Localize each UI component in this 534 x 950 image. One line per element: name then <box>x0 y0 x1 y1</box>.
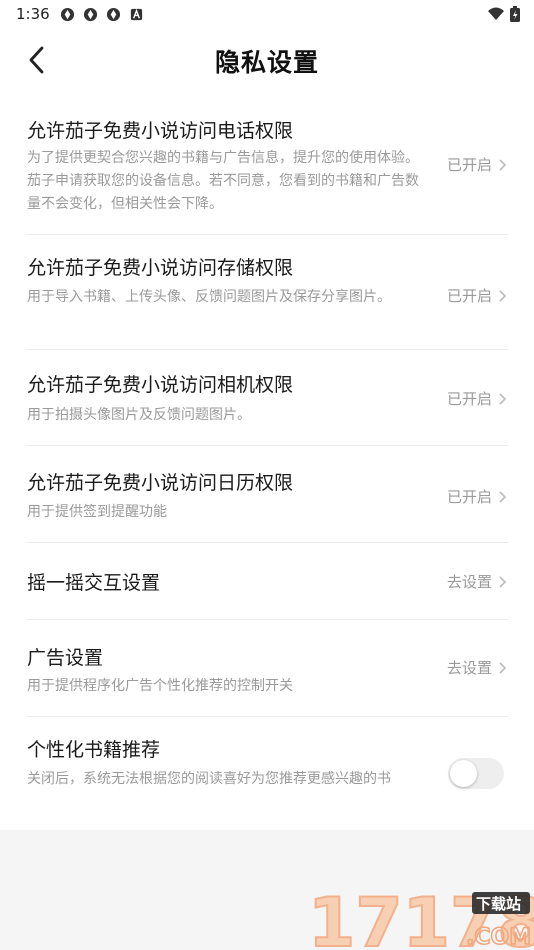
settings-list: 允许茄子免费小说访问电话权限 为了提供更契合您兴趣的书籍与广告信息，提升您的使用… <box>0 92 534 830</box>
setting-status[interactable]: 已开启 <box>447 388 508 409</box>
setting-status[interactable]: 去设置 <box>447 657 508 678</box>
setting-status[interactable]: 已开启 <box>447 486 508 507</box>
status-bar: 1:36 <box>0 0 534 30</box>
setting-description: 关闭后，系统无法根据您的阅读喜好为您推荐更感兴趣的书 <box>27 771 391 787</box>
status-label: 已开启 <box>446 156 492 174</box>
app-notification-icon <box>83 7 98 22</box>
setting-status[interactable]: 已开启 <box>447 154 508 175</box>
battery-icon <box>510 6 520 22</box>
chevron-right-icon <box>499 490 507 503</box>
watermark-badge: 下载站 <box>476 895 521 913</box>
setting-description: 用于提供签到提醒功能 <box>27 504 167 520</box>
setting-camera-permission[interactable]: 允许茄子免费小说访问相机权限 用于拍摄头像图片及反馈问题图片。 已开启 <box>27 350 508 446</box>
notification-icons <box>60 7 144 22</box>
watermark-logo: 17178 下载站 .COM <box>307 884 534 950</box>
setting-personalized-recommendation: 个性化书籍推荐 关闭后，系统无法根据您的阅读喜好为您推荐更感兴趣的书 <box>27 717 508 830</box>
app-notification-icon <box>60 7 75 22</box>
page-title: 隐私设置 <box>214 48 319 77</box>
setting-title: 摇一摇交互设置 <box>27 572 161 594</box>
setting-title: 允许茄子免费小说访问存储权限 <box>27 257 294 279</box>
status-label: 已开启 <box>446 390 492 408</box>
setting-ad-settings[interactable]: 广告设置 用于提供程序化广告个性化推荐的控制开关 去设置 <box>27 620 508 717</box>
setting-title: 广告设置 <box>27 647 104 669</box>
setting-phone-permission[interactable]: 允许茄子免费小说访问电话权限 为了提供更契合您兴趣的书籍与广告信息，提升您的使用… <box>27 92 508 235</box>
chevron-right-icon <box>499 158 507 171</box>
setting-title: 允许茄子免费小说访问日历权限 <box>27 472 294 494</box>
chevron-right-icon <box>499 392 507 405</box>
setting-status[interactable]: 去设置 <box>447 571 508 592</box>
status-label: 去设置 <box>446 659 492 677</box>
setting-storage-permission[interactable]: 允许茄子免费小说访问存储权限 用于导入书籍、上传头像、反馈问题图片及保存分享图片… <box>27 235 508 350</box>
status-label: 已开启 <box>446 287 492 305</box>
setting-title: 允许茄子免费小说访问相机权限 <box>27 374 294 396</box>
chevron-right-icon <box>499 575 507 588</box>
wifi-icon <box>488 7 504 20</box>
chevron-right-icon <box>499 289 507 302</box>
setting-title: 个性化书籍推荐 <box>27 739 161 761</box>
status-label: 去设置 <box>446 573 492 591</box>
setting-description: 用于拍摄头像图片及反馈问题图片。 <box>27 407 251 423</box>
app-notification-icon <box>106 7 121 22</box>
header: 隐私设置 <box>0 30 534 92</box>
setting-shake-interaction[interactable]: 摇一摇交互设置 去设置 <box>27 543 508 620</box>
status-time: 1:36 <box>16 5 50 23</box>
setting-calendar-permission[interactable]: 允许茄子免费小说访问日历权限 用于提供签到提醒功能 已开启 <box>27 446 508 543</box>
setting-description: 用于提供程序化广告个性化推荐的控制开关 <box>27 678 293 694</box>
font-notification-icon <box>130 8 143 21</box>
status-label: 已开启 <box>446 488 492 506</box>
setting-status[interactable]: 已开启 <box>447 285 508 306</box>
watermark-suffix: .COM <box>466 925 531 950</box>
setting-description: 用于导入书籍、上传头像、反馈问题图片及保存分享图片。 <box>27 289 391 305</box>
toggle-knob <box>450 760 477 787</box>
chevron-right-icon <box>499 661 507 674</box>
setting-description: 为了提供更契合您兴趣的书籍与广告信息，提升您的使用体验。茄子申请获取您的设备信息… <box>27 150 419 212</box>
system-icons <box>488 6 520 22</box>
setting-title: 允许茄子免费小说访问电话权限 <box>27 120 294 142</box>
recommendation-toggle[interactable] <box>448 758 504 789</box>
